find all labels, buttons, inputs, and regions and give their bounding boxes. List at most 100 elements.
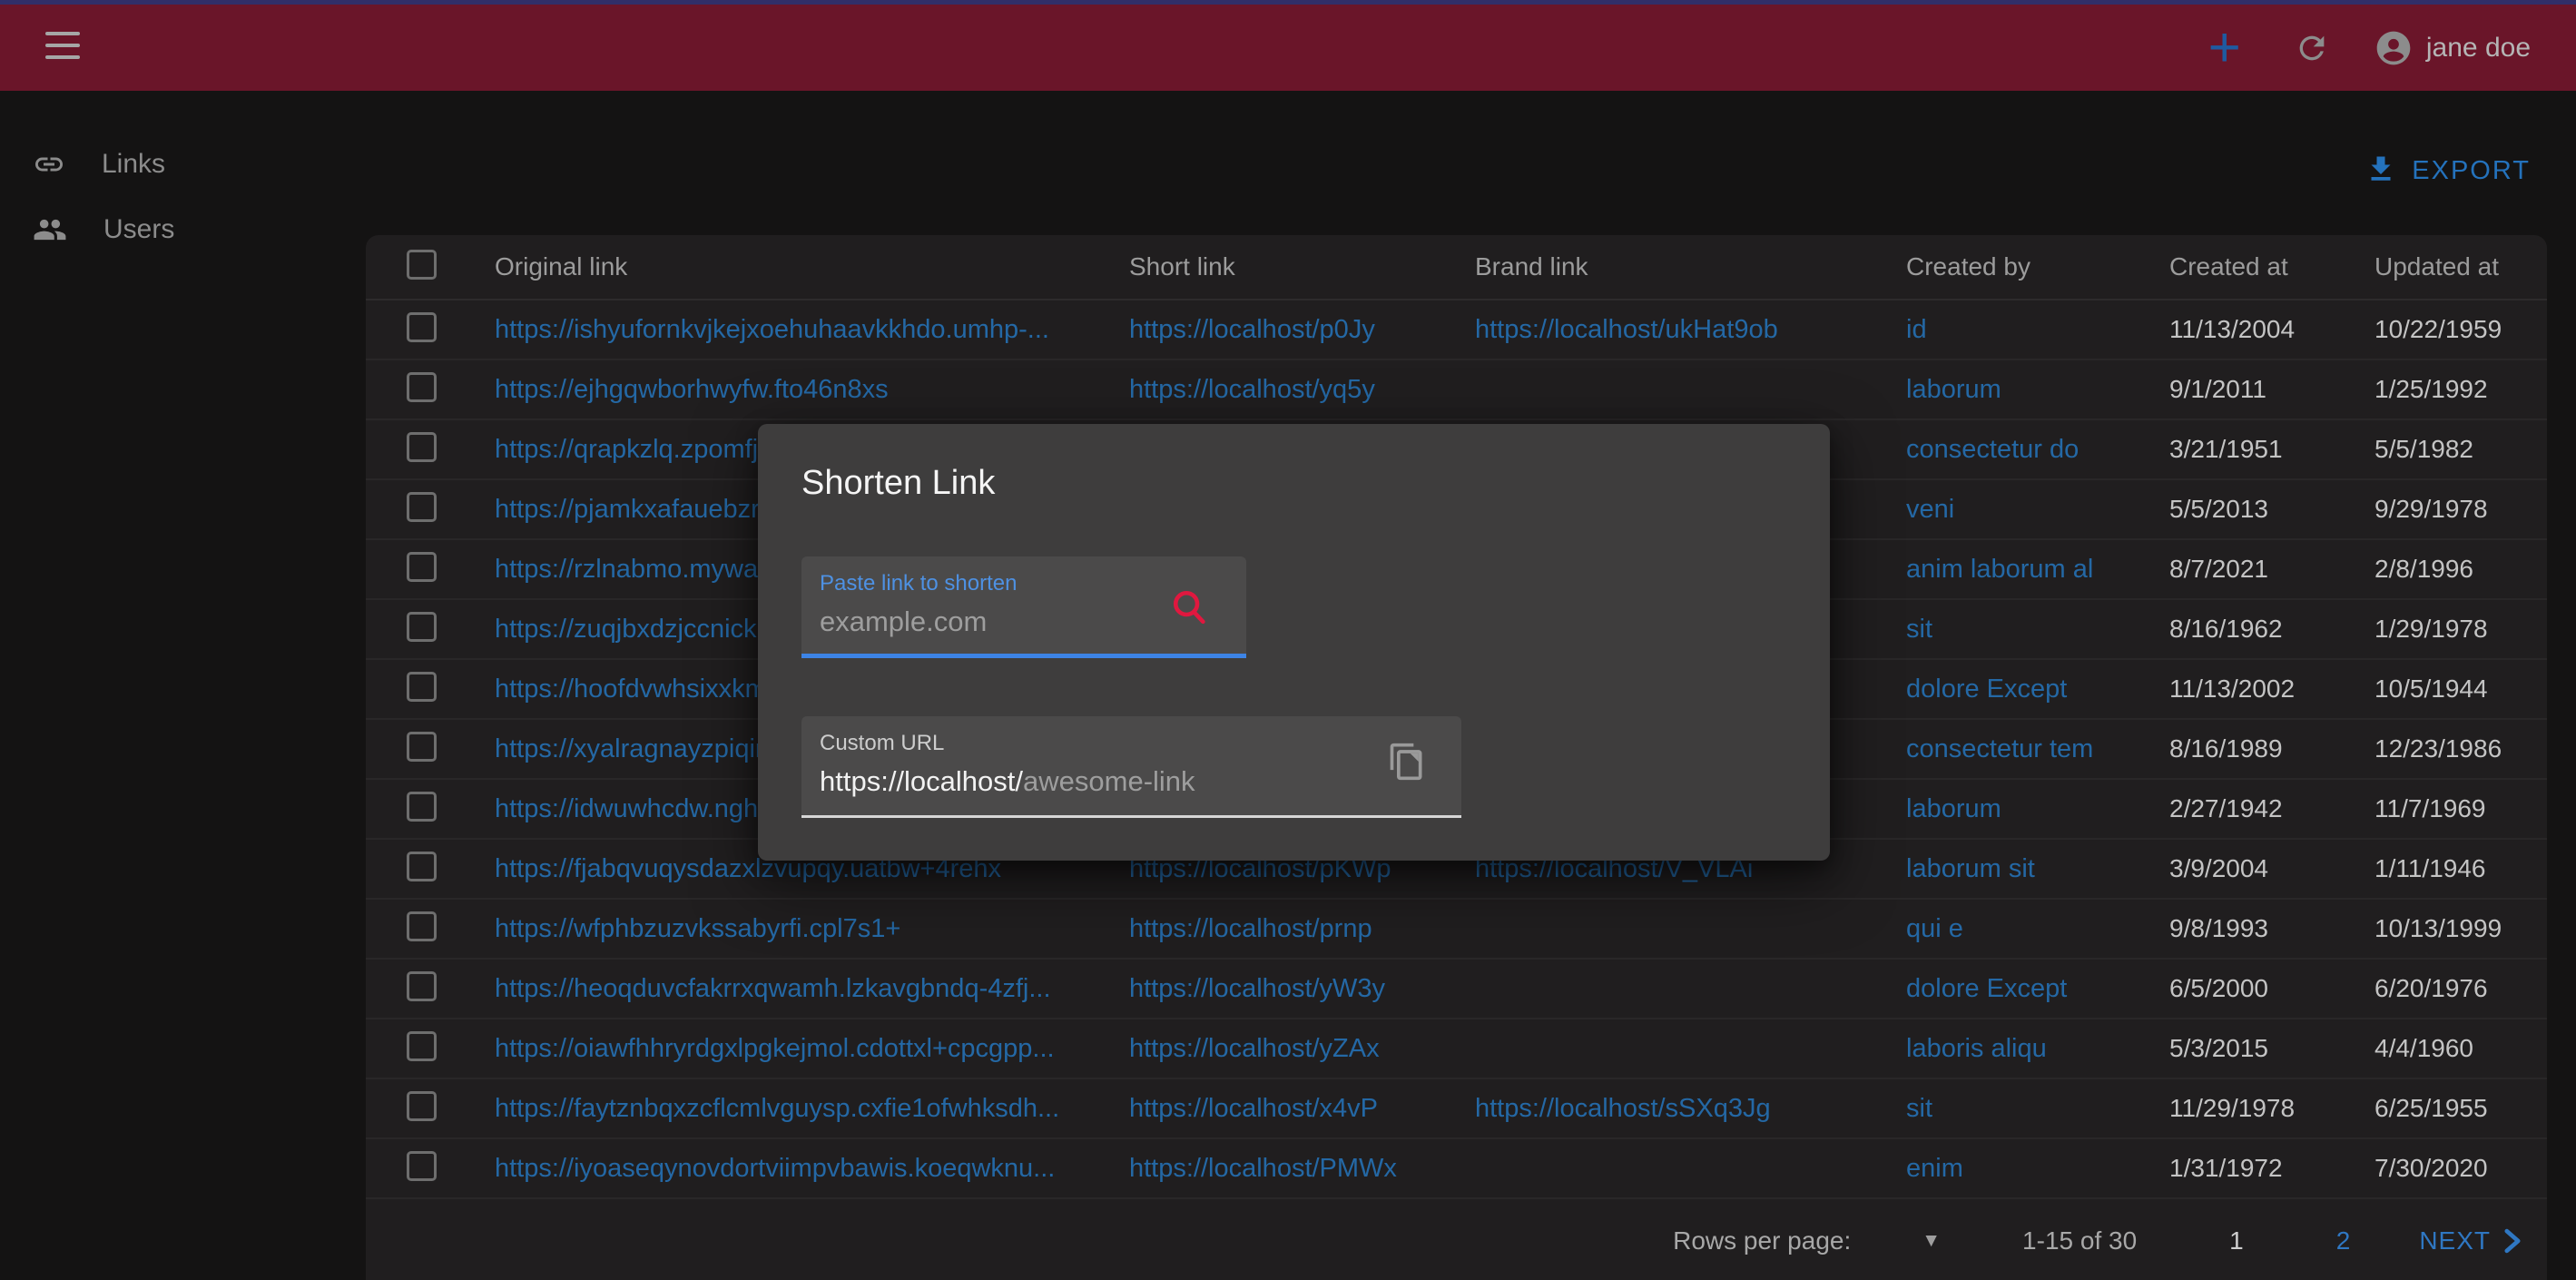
custom-url-input[interactable]: https://localhost/awesome-link (820, 765, 1195, 798)
row-checkbox[interactable] (407, 312, 437, 342)
table-row: https://wfphbzuzvkssabyrfi.cpl7s1+ https:… (366, 900, 2547, 960)
created-at-cell: 11/13/2004 (2169, 315, 2295, 343)
short-link-cell[interactable]: https://localhost/yW3y (1129, 974, 1385, 1003)
updated-at-cell: 1/11/1946 (2374, 854, 2486, 882)
table-row: https://ishyufornkvjkejxoehuhaavkkhdo.um… (366, 300, 2547, 360)
custom-url-prefix: https://localhost/ (820, 765, 1023, 797)
short-link-cell[interactable]: https://localhost/x4vP (1129, 1094, 1378, 1123)
created-at-cell: 5/3/2015 (2169, 1034, 2268, 1062)
created-by-cell[interactable]: dolore Except (1906, 974, 2067, 1003)
row-checkbox[interactable] (407, 612, 437, 642)
short-link-cell[interactable]: https://localhost/PMWx (1129, 1154, 1397, 1183)
updated-at-cell: 6/20/1976 (2374, 974, 2488, 1002)
brand-link-cell[interactable]: https://localhost/ukHat9ob (1475, 315, 1778, 344)
created-by-cell[interactable]: anim laborum al (1906, 555, 2093, 584)
sidebar-item-links[interactable]: Links (0, 132, 363, 197)
row-checkbox[interactable] (407, 1091, 437, 1121)
original-link-cell[interactable]: https://ejhgqwborhwyfw.fto46n8xs (495, 375, 889, 404)
updated-at-cell: 1/29/1978 (2374, 615, 2488, 643)
original-link-cell[interactable]: https://faytznbqxzcflcmlvguysp.cxfie1ofw… (495, 1094, 1059, 1123)
menu-icon[interactable] (45, 32, 80, 63)
page-button-2[interactable]: 2 (2336, 1226, 2351, 1255)
created-at-cell: 2/27/1942 (2169, 794, 2283, 822)
short-link-cell[interactable]: https://localhost/prnp (1129, 914, 1372, 943)
export-label: EXPORT (2412, 156, 2531, 186)
search-icon[interactable] (1168, 586, 1210, 632)
row-checkbox[interactable] (407, 552, 437, 582)
created-by-cell[interactable]: sit (1906, 615, 1932, 644)
original-link-cell[interactable]: https://hoofdvwhsixxkm (495, 674, 767, 704)
next-page-button[interactable]: NEXT (2419, 1226, 2522, 1255)
brand-link-cell[interactable]: https://localhost/sSXq3Jg (1475, 1094, 1771, 1123)
original-link-cell[interactable]: https://pjamkxafauebzro (495, 495, 774, 524)
original-link-cell[interactable]: https://ishyufornkvjkejxoehuhaavkkhdo.um… (495, 315, 1049, 344)
select-all-checkbox[interactable] (407, 250, 437, 280)
created-by-cell[interactable]: qui e (1906, 914, 1963, 943)
row-checkbox[interactable] (407, 1151, 437, 1181)
row-checkbox[interactable] (407, 792, 437, 822)
column-header-created-by: Created by (1906, 252, 2030, 281)
created-at-cell: 5/5/2013 (2169, 495, 2268, 523)
row-checkbox[interactable] (407, 852, 437, 881)
account-circle-icon[interactable] (2374, 28, 2414, 68)
updated-at-cell: 9/29/1978 (2374, 495, 2488, 523)
paste-link-field[interactable]: Paste link to shorten example.com (801, 556, 1246, 658)
created-by-cell[interactable]: id (1906, 315, 1927, 344)
table-header-row: Original link Short link Brand link Crea… (366, 235, 2547, 300)
created-by-cell[interactable]: sit (1906, 1094, 1932, 1123)
refresh-icon[interactable] (2294, 30, 2330, 66)
original-link-cell[interactable]: https://xyalragnayzpiqir (495, 734, 764, 763)
created-by-cell[interactable]: laborum (1906, 794, 2001, 823)
rows-per-page-select[interactable]: ▼ (1922, 1230, 1941, 1252)
created-by-cell[interactable]: veni (1906, 495, 1954, 524)
short-link-cell[interactable]: https://localhost/yq5y (1129, 375, 1375, 404)
created-by-cell[interactable]: enim (1906, 1154, 1963, 1183)
created-by-cell[interactable]: dolore Except (1906, 674, 2067, 704)
created-at-cell: 3/9/2004 (2169, 854, 2268, 882)
short-link-cell[interactable]: https://localhost/p0Jy (1129, 315, 1375, 344)
original-link-cell[interactable]: https://zuqjbxdzjccnickn (495, 615, 772, 644)
row-checkbox[interactable] (407, 971, 437, 1001)
column-header-brand-link: Brand link (1475, 252, 1588, 281)
created-by-cell[interactable]: laborum (1906, 375, 2001, 404)
created-at-cell: 8/16/1989 (2169, 734, 2283, 763)
table-row: https://heoqduvcfakrrxqwamh.lzkavgbndq-4… (366, 960, 2547, 1019)
row-checkbox[interactable] (407, 732, 437, 762)
table-row: https://iyoaseqynovdortviimpvbawis.koeqw… (366, 1139, 2547, 1199)
original-link-cell[interactable]: https://qrapkzlq.zpomfj- (495, 435, 767, 464)
sidebar-item-label: Users (103, 214, 174, 245)
row-checkbox[interactable] (407, 432, 437, 462)
original-link-cell[interactable]: https://oiawfhhryrdgxlpgkejmol.cdottxl+c… (495, 1034, 1055, 1063)
export-button[interactable]: EXPORT (2365, 153, 2531, 190)
row-checkbox[interactable] (407, 1031, 437, 1061)
row-checkbox[interactable] (407, 672, 437, 702)
link-icon (33, 148, 65, 181)
created-by-cell[interactable]: laborum sit (1906, 854, 2035, 883)
created-by-cell[interactable]: consectetur tem (1906, 734, 2093, 763)
created-at-cell: 3/21/1951 (2169, 435, 2283, 463)
created-by-cell[interactable]: laboris aliqu (1906, 1034, 2047, 1063)
updated-at-cell: 10/5/1944 (2374, 674, 2488, 703)
original-link-cell[interactable]: https://idwuwhcdw.nghx (495, 794, 772, 823)
add-link-button[interactable]: + (2208, 20, 2241, 76)
row-checkbox[interactable] (407, 372, 437, 402)
original-link-cell[interactable]: https://wfphbzuzvkssabyrfi.cpl7s1+ (495, 914, 900, 943)
short-link-cell[interactable]: https://localhost/yZAx (1129, 1034, 1380, 1063)
created-by-cell[interactable]: consectetur do (1906, 435, 2079, 464)
original-link-cell[interactable]: https://iyoaseqynovdortviimpvbawis.koeqw… (495, 1154, 1055, 1183)
sidebar-item-users[interactable]: Users (0, 197, 363, 262)
custom-url-field[interactable]: Custom URL https://localhost/awesome-lin… (801, 716, 1461, 818)
table-row: https://ejhgqwborhwyfw.fto46n8xs https://… (366, 360, 2547, 420)
focus-underline (801, 654, 1246, 658)
row-checkbox[interactable] (407, 911, 437, 941)
original-link-cell[interactable]: https://heoqduvcfakrrxqwamh.lzkavgbndq-4… (495, 974, 1051, 1003)
paste-link-input[interactable]: example.com (820, 606, 987, 638)
copy-icon[interactable] (1387, 742, 1427, 786)
updated-at-cell: 2/8/1996 (2374, 555, 2473, 583)
original-link-cell[interactable]: https://rzlnabmo.mywal (495, 555, 764, 584)
page-button-1[interactable]: 1 (2229, 1226, 2244, 1255)
row-checkbox[interactable] (407, 492, 437, 522)
updated-at-cell: 6/25/1955 (2374, 1094, 2488, 1122)
updated-at-cell: 7/30/2020 (2374, 1154, 2488, 1182)
column-header-original-link: Original link (495, 252, 627, 281)
